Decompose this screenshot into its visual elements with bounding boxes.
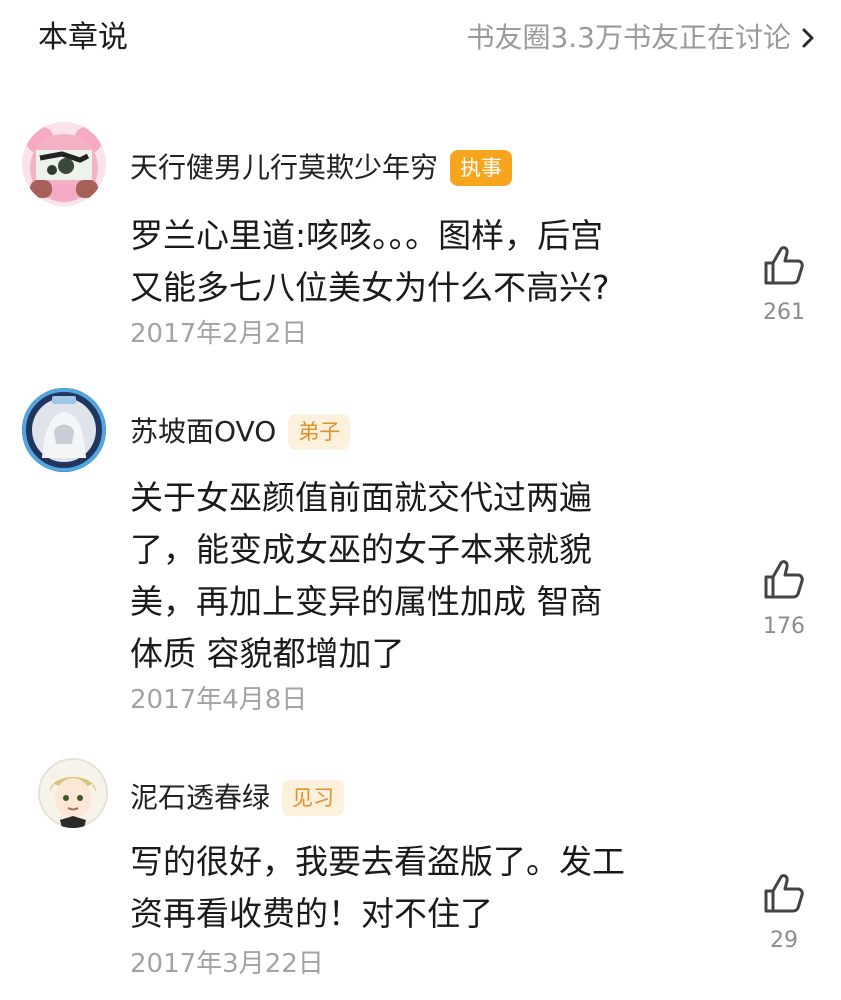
comment-text: 罗兰心里道:咳咳。。。图样，后宫 又能多七八位美女为什么不高兴?	[130, 210, 730, 314]
like-button[interactable]: 176	[750, 558, 818, 639]
comment-line: 资再看收费的！对不住了	[130, 894, 493, 933]
comment-text: 写的很好，我要去看盗版了。发工 资再看收费的！对不住了	[130, 836, 730, 940]
comment-line: 了，能变成女巫的女子本来就貌	[130, 530, 592, 569]
name-row: 苏坡面OVO 弟子	[130, 410, 351, 454]
comment-date: 2017年4月8日	[130, 685, 308, 715]
like-button[interactable]: 261	[750, 244, 818, 325]
thumbs-up-icon	[764, 874, 804, 913]
name-row: 天行健男儿行莫欺少年穷 执事	[130, 146, 513, 190]
pink-bear-avatar-icon	[26, 126, 102, 202]
comment-text: 关于女巫颜值前面就交代过两遍 了，能变成女巫的女子本来就貌 美，再加上变异的属性…	[130, 472, 730, 680]
username[interactable]: 泥石透春绿	[130, 778, 270, 818]
section-title: 本章说	[38, 20, 128, 55]
user-avatar[interactable]	[22, 122, 106, 206]
thumbs-up-icon	[764, 246, 804, 285]
comment-line: 又能多七八位美女为什么不高兴?	[130, 268, 610, 307]
comment-line: 体质 容貌都增加了	[130, 634, 405, 673]
white-hair-character-avatar-icon	[22, 388, 106, 472]
book-circle-link-text: 书友圈3.3万书友正在讨论	[466, 21, 791, 54]
thumbs-up-icon	[764, 560, 804, 599]
user-level-badge: 弟子	[288, 414, 351, 450]
like-count: 29	[770, 928, 798, 953]
user-avatar[interactable]	[38, 758, 108, 828]
section-header: 本章说 书友圈3.3万书友正在讨论	[0, 0, 841, 80]
like-count: 261	[763, 300, 805, 325]
user-level-badge: 见习	[282, 780, 345, 816]
comment-line: 罗兰心里道:咳咳。。。图样，后宫	[130, 216, 604, 255]
like-button[interactable]: 29	[750, 872, 818, 953]
username[interactable]: 天行健男儿行莫欺少年穷	[130, 148, 438, 188]
chevron-right-icon	[802, 28, 814, 48]
user-avatar[interactable]	[22, 388, 106, 472]
anime-boy-avatar-icon	[38, 758, 108, 828]
comment-date: 2017年3月22日	[130, 949, 324, 979]
comment-date: 2017年2月2日	[130, 319, 308, 349]
book-circle-link[interactable]: 书友圈3.3万书友正在讨论	[466, 16, 819, 60]
comment-line: 美，再加上变异的属性加成 智商	[130, 582, 603, 621]
username[interactable]: 苏坡面OVO	[130, 412, 276, 452]
comment-line: 关于女巫颜值前面就交代过两遍	[130, 478, 592, 517]
name-row: 泥石透春绿 见习	[130, 776, 345, 820]
comment-line: 写的很好，我要去看盗版了。发工	[130, 842, 625, 881]
user-level-badge: 执事	[450, 150, 513, 186]
like-count: 176	[763, 614, 805, 639]
